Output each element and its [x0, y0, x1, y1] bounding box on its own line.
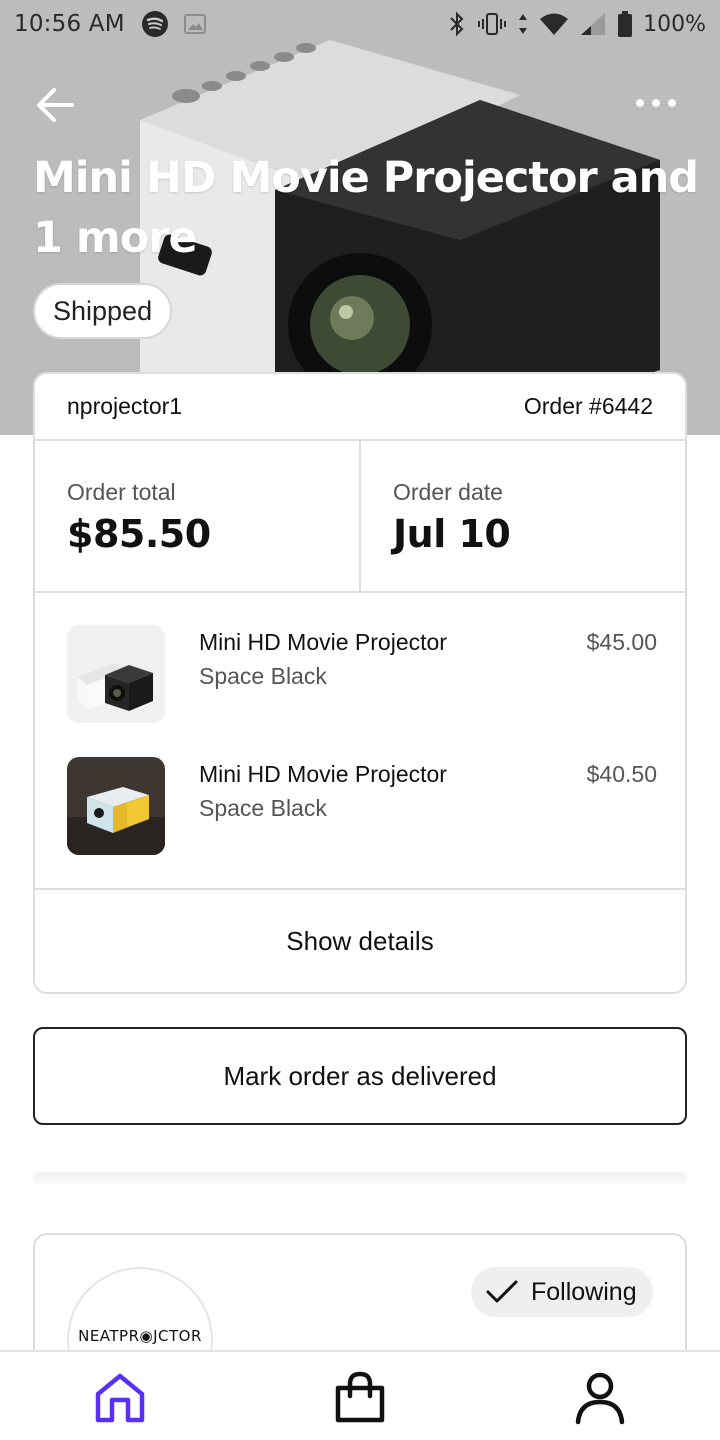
order-date-label: Order date	[393, 479, 503, 505]
wifi-icon	[540, 13, 569, 35]
home-icon	[95, 1373, 145, 1423]
product-thumbnail	[67, 625, 165, 723]
following-label: Following	[531, 1277, 637, 1306]
following-button[interactable]: Following	[471, 1267, 653, 1317]
section-divider	[33, 1172, 687, 1184]
order-items-list: Mini HD Movie Projector Space Black $45.…	[35, 593, 685, 890]
order-total-label: Order total	[67, 479, 176, 505]
product-thumbnail	[67, 757, 165, 855]
image-icon	[183, 14, 206, 34]
data-transfer-icon	[519, 14, 528, 34]
page-title: Mini HD Movie Projector and 1 more	[33, 153, 699, 263]
mark-delivered-button[interactable]: Mark order as delivered	[33, 1027, 687, 1125]
spotify-icon	[141, 11, 168, 37]
list-item[interactable]: Mini HD Movie Projector Space Black $40.…	[67, 757, 657, 857]
bottom-navigation	[0, 1350, 720, 1440]
order-total-value: $85.50	[67, 512, 211, 556]
product-variant: Space Black	[199, 663, 327, 689]
order-card: nprojector1 Order #6442 Order total $85.…	[33, 372, 687, 994]
product-price: $40.50	[586, 761, 657, 787]
product-price: $45.00	[586, 629, 657, 655]
more-options-button[interactable]	[628, 88, 684, 120]
product-name: Mini HD Movie Projector	[199, 761, 447, 787]
status-time: 10:56 AM	[14, 11, 125, 37]
shop-name: nprojector1	[67, 393, 183, 419]
more-horizontal-icon	[636, 99, 676, 107]
bag-icon	[335, 1371, 385, 1423]
nav-bag-button[interactable]	[330, 1368, 390, 1428]
product-name: Mini HD Movie Projector	[199, 629, 447, 655]
nav-home-button[interactable]	[90, 1368, 150, 1428]
checkmark-icon	[486, 1280, 518, 1303]
status-bar: 10:56 AM 100%	[0, 0, 720, 48]
nav-profile-button[interactable]	[570, 1368, 630, 1428]
battery-icon	[618, 11, 633, 37]
signal-icon	[581, 13, 606, 35]
order-date: Order date Jul 10	[359, 441, 685, 591]
battery-percentage: 100%	[643, 11, 706, 37]
list-item[interactable]: Mini HD Movie Projector Space Black $45.…	[67, 625, 657, 725]
order-summary: Order total $85.50 Order date Jul 10	[35, 441, 685, 593]
bluetooth-icon	[450, 11, 464, 37]
product-variant: Space Black	[199, 795, 327, 821]
order-card-header: nprojector1 Order #6442	[35, 374, 685, 441]
shop-logo-text: NEATPR◉JCTOR	[78, 1327, 202, 1345]
profile-icon	[575, 1372, 625, 1425]
show-details-button[interactable]: Show details	[35, 890, 685, 992]
arrow-left-icon	[37, 88, 74, 122]
order-total: Order total $85.50	[35, 441, 359, 591]
back-button[interactable]	[30, 80, 82, 132]
vibrate-icon	[478, 13, 507, 35]
order-date-value: Jul 10	[393, 512, 511, 556]
order-number: Order #6442	[523, 393, 653, 419]
order-status-badge: Shipped	[33, 283, 173, 339]
